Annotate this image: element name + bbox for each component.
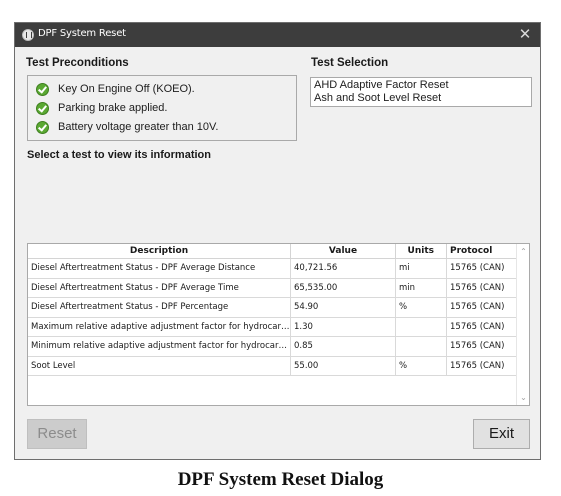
table-header: Description Value Units Protocol <box>28 244 517 259</box>
cell-description: Diesel Aftertreatment Status - DPF Perce… <box>28 298 291 317</box>
check-circle-icon <box>36 83 49 96</box>
table-row[interactable]: Minimum relative adaptive adjustment fac… <box>28 337 517 357</box>
reset-button[interactable]: Reset <box>27 419 87 449</box>
cell-value: 54.90 <box>291 298 396 317</box>
scroll-up-icon[interactable]: ⌃ <box>517 245 529 258</box>
column-header-value[interactable]: Value <box>291 244 396 259</box>
cell-value: 65,535.00 <box>291 278 396 298</box>
table-row[interactable]: Soot Level 55.00 % 15765 (CAN) <box>28 356 517 376</box>
test-info-prompt: Select a test to view its information <box>27 149 211 161</box>
cell-protocol: 15765 (CAN) <box>447 278 517 298</box>
precondition-label: Parking brake applied. <box>58 102 168 114</box>
app-logo-icon <box>22 29 34 41</box>
cell-protocol: 15765 (CAN) <box>447 298 517 317</box>
table-row[interactable]: Diesel Aftertreatment Status - DPF Perce… <box>28 298 517 318</box>
table-row[interactable]: Maximum relative adaptive adjustment fac… <box>28 317 517 337</box>
test-selection-heading: Test Selection <box>311 57 389 69</box>
table-body: Diesel Aftertreatment Status - DPF Avera… <box>28 259 517 376</box>
cell-description: Minimum relative adaptive adjustment fac… <box>28 337 291 356</box>
cell-protocol: 15765 (CAN) <box>447 337 517 356</box>
scroll-down-icon[interactable]: ⌄ <box>517 391 529 404</box>
cell-protocol: 15765 (CAN) <box>447 259 517 278</box>
preconditions-panel: Key On Engine Off (KOEO). Parking brake … <box>27 75 297 141</box>
cell-description: Soot Level <box>28 356 291 376</box>
column-header-units[interactable]: Units <box>396 244 447 259</box>
exit-button[interactable]: Exit <box>473 419 530 449</box>
cell-value: 40,721.56 <box>291 259 396 278</box>
table-row[interactable]: Diesel Aftertreatment Status - DPF Avera… <box>28 259 517 279</box>
dpf-reset-dialog: DPF System Reset ✕ Test Preconditions Ke… <box>14 22 541 460</box>
cell-description: Diesel Aftertreatment Status - DPF Avera… <box>28 278 291 298</box>
test-item-ahd-adaptive-factor-reset[interactable]: AHD Adaptive Factor Reset <box>311 79 531 92</box>
cell-description: Diesel Aftertreatment Status - DPF Avera… <box>28 259 291 278</box>
check-circle-icon <box>36 121 49 134</box>
parameters-table: Description Value Units Protocol Diesel … <box>27 243 530 406</box>
column-header-protocol[interactable]: Protocol <box>447 244 517 259</box>
cell-protocol: 15765 (CAN) <box>447 356 517 376</box>
cell-units: % <box>396 298 447 317</box>
window-title: DPF System Reset <box>38 28 126 39</box>
table-row[interactable]: Diesel Aftertreatment Status - DPF Avera… <box>28 278 517 298</box>
cell-units: min <box>396 278 447 298</box>
cell-value: 1.30 <box>291 317 396 337</box>
cell-units: mi <box>396 259 447 278</box>
figure-caption: DPF System Reset Dialog <box>177 469 384 490</box>
cell-units <box>396 337 447 356</box>
cell-protocol: 15765 (CAN) <box>447 317 517 337</box>
cell-units: % <box>396 356 447 376</box>
cell-units <box>396 317 447 337</box>
close-icon[interactable]: ✕ <box>514 24 536 46</box>
title-bar: DPF System Reset ✕ <box>15 23 540 47</box>
check-circle-icon <box>36 102 49 115</box>
cell-value: 55.00 <box>291 356 396 376</box>
column-header-description[interactable]: Description <box>28 244 291 259</box>
precondition-label: Key On Engine Off (KOEO). <box>58 83 195 95</box>
test-item-ash-soot-level-reset[interactable]: Ash and Soot Level Reset <box>311 92 531 105</box>
cell-description: Maximum relative adaptive adjustment fac… <box>28 317 291 337</box>
test-selection-list[interactable]: AHD Adaptive Factor Reset Ash and Soot L… <box>310 77 532 107</box>
precondition-label: Battery voltage greater than 10V. <box>58 121 219 133</box>
cell-value: 0.85 <box>291 337 396 356</box>
preconditions-heading: Test Preconditions <box>26 57 129 69</box>
table-scrollbar[interactable]: ⌃ ⌄ <box>516 244 529 405</box>
